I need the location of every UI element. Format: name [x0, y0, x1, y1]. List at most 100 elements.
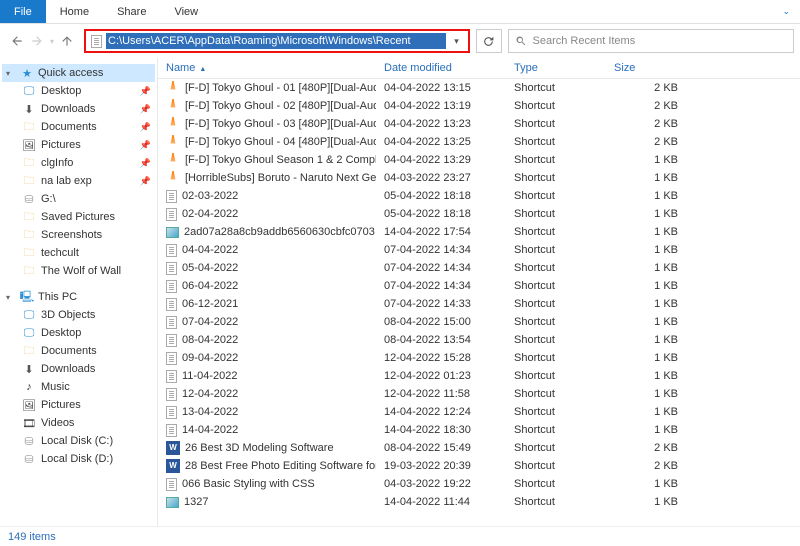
file-row[interactable]: 132714-04-2022 11:44Shortcut1 KB — [158, 493, 800, 511]
ribbon-toggle-icon[interactable]: ⌄ — [772, 6, 800, 17]
sidebar-item-label: Downloads — [41, 363, 95, 375]
sidebar-item[interactable]: Local Disk (D:) — [2, 450, 155, 468]
sidebar-item-label: 3D Objects — [41, 309, 95, 321]
sidebar-this-pc[interactable]: ▾ This PC — [2, 288, 155, 306]
refresh-button[interactable] — [476, 29, 502, 53]
sidebar-item[interactable]: 3D Objects — [2, 306, 155, 324]
sidebar-item[interactable]: ⬇Downloads📌 — [2, 100, 155, 118]
sidebar-item[interactable]: Desktop — [2, 324, 155, 342]
file-name: 06-04-2022 — [182, 280, 238, 292]
sidebar-item-label: techcult — [41, 247, 79, 259]
file-size: 1 KB — [606, 298, 686, 310]
file-size: 1 KB — [606, 244, 686, 256]
file-row[interactable]: 28 Best Free Photo Editing Software for … — [158, 457, 800, 475]
file-row[interactable]: [F-D] Tokyo Ghoul - 01 [480P][Dual-Audi.… — [158, 79, 800, 97]
sidebar-item[interactable]: techcult — [2, 244, 155, 262]
file-type: Shortcut — [506, 280, 606, 292]
menu-home[interactable]: Home — [46, 0, 103, 23]
file-list-pane: Name Date modified Type Size [F-D] Tokyo… — [158, 58, 800, 526]
sidebar-item[interactable]: Screenshots — [2, 226, 155, 244]
column-name[interactable]: Name — [158, 62, 376, 74]
file-name: [F-D] Tokyo Ghoul - 04 [480P][Dual-Audi.… — [185, 136, 376, 148]
forward-button[interactable] — [30, 34, 44, 48]
sidebar-item[interactable]: Desktop📌 — [2, 82, 155, 100]
file-row[interactable]: [F-D] Tokyo Ghoul - 04 [480P][Dual-Audi.… — [158, 133, 800, 151]
file-row[interactable]: 07-04-202208-04-2022 15:00Shortcut1 KB — [158, 313, 800, 331]
sidebar-item[interactable]: Videos — [2, 414, 155, 432]
file-row[interactable]: [F-D] Tokyo Ghoul - 02 [480P][Dual-Audi.… — [158, 97, 800, 115]
menu-share[interactable]: Share — [103, 0, 160, 23]
sidebar-item[interactable]: Saved Pictures — [2, 208, 155, 226]
navigation-pane: ▾ ★ Quick access Desktop📌⬇Downloads📌Docu… — [0, 58, 158, 526]
file-row[interactable]: 26 Best 3D Modeling Software08-04-2022 1… — [158, 439, 800, 457]
address-history-icon[interactable]: ▾ — [446, 36, 468, 47]
file-row[interactable]: [HorribleSubs] Boruto - Naruto Next Gen.… — [158, 169, 800, 187]
file-name: [F-D] Tokyo Ghoul - 03 [480P][Dual-Audi.… — [185, 118, 376, 130]
sidebar-item[interactable]: Local Disk (C:) — [2, 432, 155, 450]
sidebar-item[interactable]: Pictures — [2, 396, 155, 414]
file-row[interactable]: 11-04-202212-04-2022 01:23Shortcut1 KB — [158, 367, 800, 385]
file-date: 14-04-2022 12:24 — [376, 406, 506, 418]
sidebar-item-label: na lab exp — [41, 175, 92, 187]
sidebar-item[interactable]: Documents — [2, 342, 155, 360]
sidebar-item-label: The Wolf of Wall — [41, 265, 121, 277]
doc-icon — [166, 352, 177, 365]
file-row[interactable]: 2ad07a28a8cb9addb6560630cbfc070314-04-20… — [158, 223, 800, 241]
search-box[interactable]: Search Recent Items — [508, 29, 795, 53]
menu-file[interactable]: File — [0, 0, 46, 23]
address-bar[interactable]: ▾ — [84, 29, 469, 53]
file-row[interactable]: 09-04-202212-04-2022 15:28Shortcut1 KB — [158, 349, 800, 367]
file-row[interactable]: [F-D] Tokyo Ghoul - 03 [480P][Dual-Audi.… — [158, 115, 800, 133]
file-size: 1 KB — [606, 280, 686, 292]
sidebar-item-label: Music — [41, 381, 70, 393]
file-size: 2 KB — [606, 118, 686, 130]
file-name: 26 Best 3D Modeling Software — [185, 442, 334, 454]
sidebar-item-label: Videos — [41, 417, 74, 429]
file-row[interactable]: 06-12-202107-04-2022 14:33Shortcut1 KB — [158, 295, 800, 313]
sidebar-item[interactable]: na lab exp📌 — [2, 172, 155, 190]
vlc-icon — [166, 81, 180, 95]
file-row[interactable]: 02-03-202205-04-2022 18:18Shortcut1 KB — [158, 187, 800, 205]
vlc-icon — [166, 99, 180, 113]
doc-icon — [166, 298, 177, 311]
address-input[interactable] — [106, 33, 445, 49]
sidebar-item[interactable]: ⬇Downloads — [2, 360, 155, 378]
sidebar-quick-access[interactable]: ▾ ★ Quick access — [2, 64, 155, 82]
file-row[interactable]: 12-04-202212-04-2022 11:58Shortcut1 KB — [158, 385, 800, 403]
column-type[interactable]: Type — [506, 62, 606, 74]
file-name: 02-04-2022 — [182, 208, 238, 220]
file-date: 04-03-2022 23:27 — [376, 172, 506, 184]
up-button[interactable] — [60, 34, 74, 48]
file-row[interactable]: 04-04-202207-04-2022 14:34Shortcut1 KB — [158, 241, 800, 259]
file-row[interactable]: [F-D] Tokyo Ghoul Season 1 & 2 Complet..… — [158, 151, 800, 169]
file-name: 07-04-2022 — [182, 316, 238, 328]
folder-icon — [22, 228, 36, 242]
file-date: 04-04-2022 13:25 — [376, 136, 506, 148]
file-row[interactable]: 02-04-202205-04-2022 18:18Shortcut1 KB — [158, 205, 800, 223]
sidebar-item[interactable]: Documents📌 — [2, 118, 155, 136]
file-row[interactable]: 08-04-202208-04-2022 13:54Shortcut1 KB — [158, 331, 800, 349]
file-row[interactable]: 066 Basic Styling with CSS04-03-2022 19:… — [158, 475, 800, 493]
status-bar: 149 items — [0, 526, 800, 546]
file-size: 1 KB — [606, 478, 686, 490]
sidebar-item[interactable]: G:\ — [2, 190, 155, 208]
back-button[interactable] — [10, 34, 24, 48]
sidebar-item[interactable]: Music — [2, 378, 155, 396]
menu-view[interactable]: View — [160, 0, 212, 23]
sidebar-item[interactable]: clgInfo📌 — [2, 154, 155, 172]
file-row[interactable]: 05-04-202207-04-2022 14:34Shortcut1 KB — [158, 259, 800, 277]
file-row[interactable]: 06-04-202207-04-2022 14:34Shortcut1 KB — [158, 277, 800, 295]
file-type: Shortcut — [506, 190, 606, 202]
vlc-icon — [166, 153, 180, 167]
file-row[interactable]: 13-04-202214-04-2022 12:24Shortcut1 KB — [158, 403, 800, 421]
history-dropdown-icon[interactable]: ▾ — [50, 37, 54, 46]
sidebar-item[interactable]: Pictures📌 — [2, 136, 155, 154]
file-date: 12-04-2022 11:58 — [376, 388, 506, 400]
sidebar-item[interactable]: The Wolf of Wall — [2, 262, 155, 280]
file-name: 08-04-2022 — [182, 334, 238, 346]
file-row[interactable]: 14-04-202214-04-2022 18:30Shortcut1 KB — [158, 421, 800, 439]
file-rows: [F-D] Tokyo Ghoul - 01 [480P][Dual-Audi.… — [158, 79, 800, 523]
column-date[interactable]: Date modified — [376, 62, 506, 74]
file-size: 1 KB — [606, 370, 686, 382]
column-size[interactable]: Size — [606, 62, 686, 74]
